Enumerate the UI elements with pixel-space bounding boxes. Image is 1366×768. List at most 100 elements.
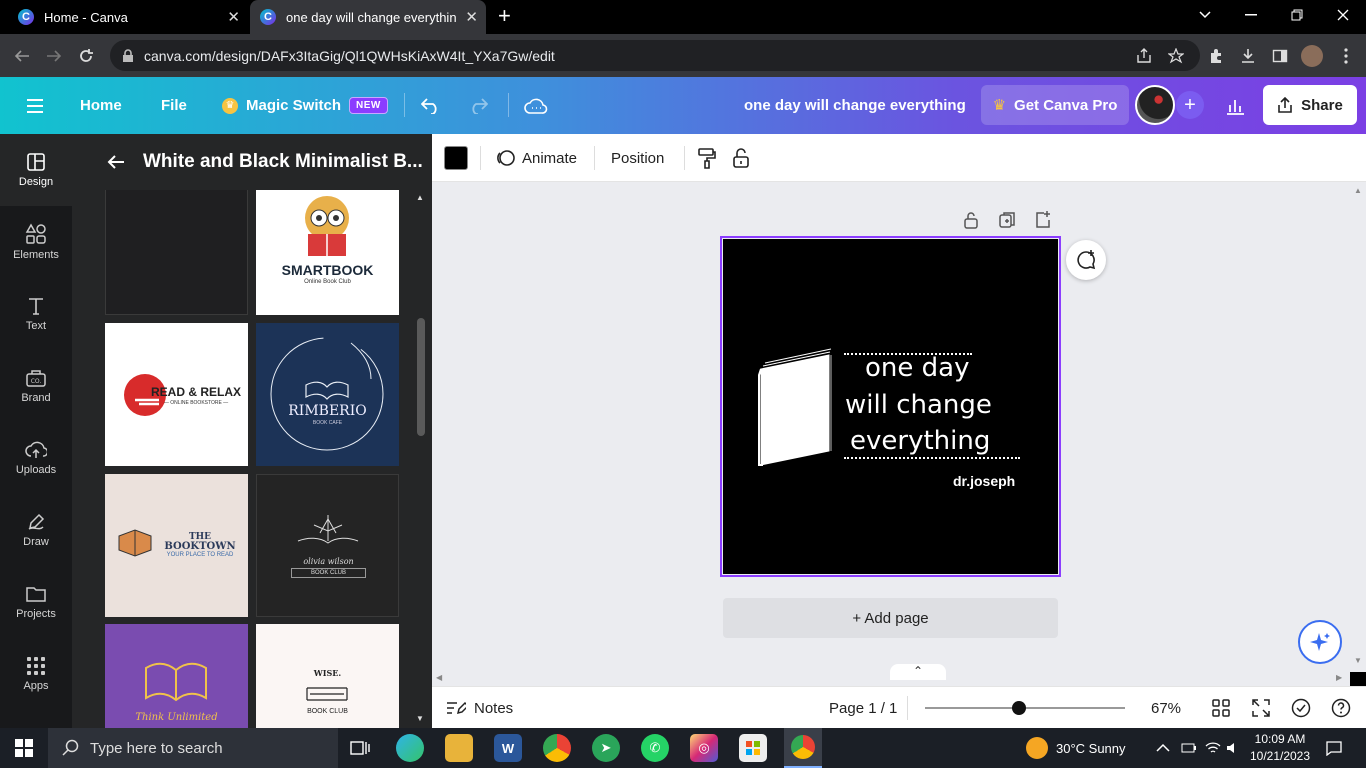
scroll-right-icon[interactable]: ▶ [1336,673,1342,682]
template-thumbnail-read-relax[interactable]: READ & RELAX — ONLINE BOOKSTORE — [105,323,248,466]
rail-item-text[interactable]: Text [0,278,72,350]
rail-item-design[interactable]: Design [0,134,72,206]
messenger-app-icon[interactable]: ➤ [592,734,620,762]
file-menu-button[interactable]: File [161,77,187,134]
battery-icon[interactable] [1181,728,1197,768]
insights-chart-icon[interactable] [1225,77,1245,134]
show-pages-chevron-icon[interactable]: ⌃ [890,664,946,680]
word-icon[interactable]: W [494,734,522,762]
notification-center-icon[interactable] [1326,728,1342,768]
volume-icon[interactable] [1226,728,1240,768]
magic-switch-button[interactable]: ♛ Magic Switch NEW [222,77,388,134]
extensions-icon[interactable] [1205,45,1227,67]
home-button[interactable]: Home [80,77,122,134]
duplicate-page-icon[interactable] [998,210,1016,230]
rail-item-brand[interactable]: CO. Brand [0,350,72,422]
add-collaborator-icon[interactable]: + [1176,91,1204,119]
template-thumbnail-dark[interactable] [105,190,248,315]
signature-text[interactable]: dr.joseph [953,473,1015,489]
check-circle-icon[interactable] [1291,687,1311,729]
weather-widget[interactable]: 30°C Sunny [1026,728,1126,768]
fullscreen-icon[interactable] [1252,687,1270,729]
document-title[interactable]: one day will change everything [744,77,966,134]
scroll-down-icon[interactable]: ▼ [416,714,424,723]
reload-icon[interactable] [74,44,98,68]
scroll-left-icon[interactable]: ◀ [436,673,442,682]
back-icon[interactable] [10,44,34,68]
redo-icon[interactable] [468,77,488,134]
windows-start-icon[interactable] [0,728,48,768]
template-thumbnail-think-unlimited[interactable]: Think Unlimited [105,624,248,728]
add-page-button[interactable]: + Add page [723,598,1058,638]
template-thumbnail-wise-book-club[interactable]: WISE. BOOK CLUB [256,624,399,728]
close-tab-icon[interactable]: ✕ [227,8,240,26]
headline-line-1[interactable]: one day [865,353,969,383]
user-avatar[interactable] [1135,85,1175,125]
canvas-vertical-scrollbar[interactable]: ▲ ▼ [1350,182,1366,672]
position-button[interactable]: Position [611,134,664,182]
template-thumbnail-booktown[interactable]: THE BOOKTOWN YOUR PLACE TO READ [105,474,248,617]
notes-button[interactable]: Notes [446,687,513,729]
zoom-slider-knob[interactable] [1012,701,1026,715]
panel-scrollbar[interactable]: ▲ ▼ [416,190,425,728]
close-tab-icon[interactable]: ✕ [465,8,478,26]
side-panel-icon[interactable] [1269,45,1291,67]
scroll-up-icon[interactable]: ▲ [1354,186,1362,195]
template-thumbnail-smartbook[interactable]: SMARTBOOK Online Book Club [256,190,399,315]
edge-browser-icon[interactable] [396,734,424,762]
rail-item-apps[interactable]: Apps [0,638,72,710]
wifi-icon[interactable] [1205,728,1221,768]
scroll-down-icon[interactable]: ▼ [1354,656,1362,665]
download-icon[interactable] [1237,45,1259,67]
rail-item-projects[interactable]: Projects [0,566,72,638]
get-canva-pro-button[interactable]: ♛ Get Canva Pro [981,85,1129,125]
tab-search-icon[interactable] [1182,0,1228,30]
lock-page-icon[interactable] [962,210,980,230]
menu-hamburger-icon[interactable] [26,77,44,134]
headline-line-2[interactable]: will change [845,390,992,420]
taskbar-search-box[interactable]: Type here to search [48,728,338,768]
browser-tab-home[interactable]: C Home - Canva ✕ [8,0,248,34]
file-explorer-icon[interactable] [445,734,473,762]
color-swatch[interactable] [444,146,468,170]
bookmark-star-icon[interactable] [1165,45,1187,67]
share-button[interactable]: Share [1263,85,1357,125]
chrome-active-taskbar-icon[interactable] [784,728,822,768]
canvas-horizontal-scrollbar[interactable]: ◀ ⌃ ▶ [432,664,1350,686]
cloud-saved-icon[interactable] [524,77,548,134]
template-thumbnail-olivia-wilson[interactable]: olivia wilson BOOK CLUB [256,474,399,617]
template-thumbnail-rimberio[interactable]: RIMBERIO BOOK CAFE [256,323,399,466]
headline-line-3[interactable]: everything [850,426,990,456]
scrollbar-thumb[interactable] [417,318,425,436]
paint-roller-icon[interactable] [697,134,717,182]
undo-icon[interactable] [421,77,441,134]
grid-view-icon[interactable] [1212,687,1230,729]
show-hidden-icons-chevron-icon[interactable] [1156,728,1170,768]
animate-button[interactable]: Animate [496,134,577,182]
forward-icon[interactable] [42,44,66,68]
back-arrow-icon[interactable] [107,154,129,170]
profile-avatar-icon[interactable] [1301,45,1323,67]
minimize-icon[interactable] [1228,0,1274,30]
rail-item-draw[interactable]: Draw [0,494,72,566]
magic-assistant-sparkle-icon[interactable] [1298,620,1342,664]
address-bar[interactable]: canva.com/design/DAFx3ItaGig/Ql1QWHsKiAx… [110,40,1200,71]
share-page-icon[interactable] [1133,45,1155,67]
instagram-icon[interactable]: ◎ [690,734,718,762]
close-window-icon[interactable] [1320,0,1366,30]
help-icon[interactable] [1331,687,1351,729]
chrome-icon[interactable] [543,734,571,762]
task-view-icon[interactable] [346,734,374,762]
microsoft-store-icon[interactable] [739,734,767,762]
scroll-up-icon[interactable]: ▲ [416,193,424,202]
system-clock[interactable]: 10:09 AM 10/21/2023 [1240,731,1320,765]
page-indicator[interactable]: Page 1 / 1 [829,687,897,729]
whatsapp-icon[interactable]: ✆ [641,734,669,762]
rail-item-uploads[interactable]: Uploads [0,422,72,494]
restore-icon[interactable] [1274,0,1320,30]
design-page[interactable]: one day will change everything dr.joseph [720,236,1061,577]
lock-icon[interactable] [732,134,750,182]
zoom-slider[interactable] [925,701,1125,715]
new-tab-icon[interactable]: + [498,5,511,27]
add-comment-icon[interactable] [1066,240,1106,280]
